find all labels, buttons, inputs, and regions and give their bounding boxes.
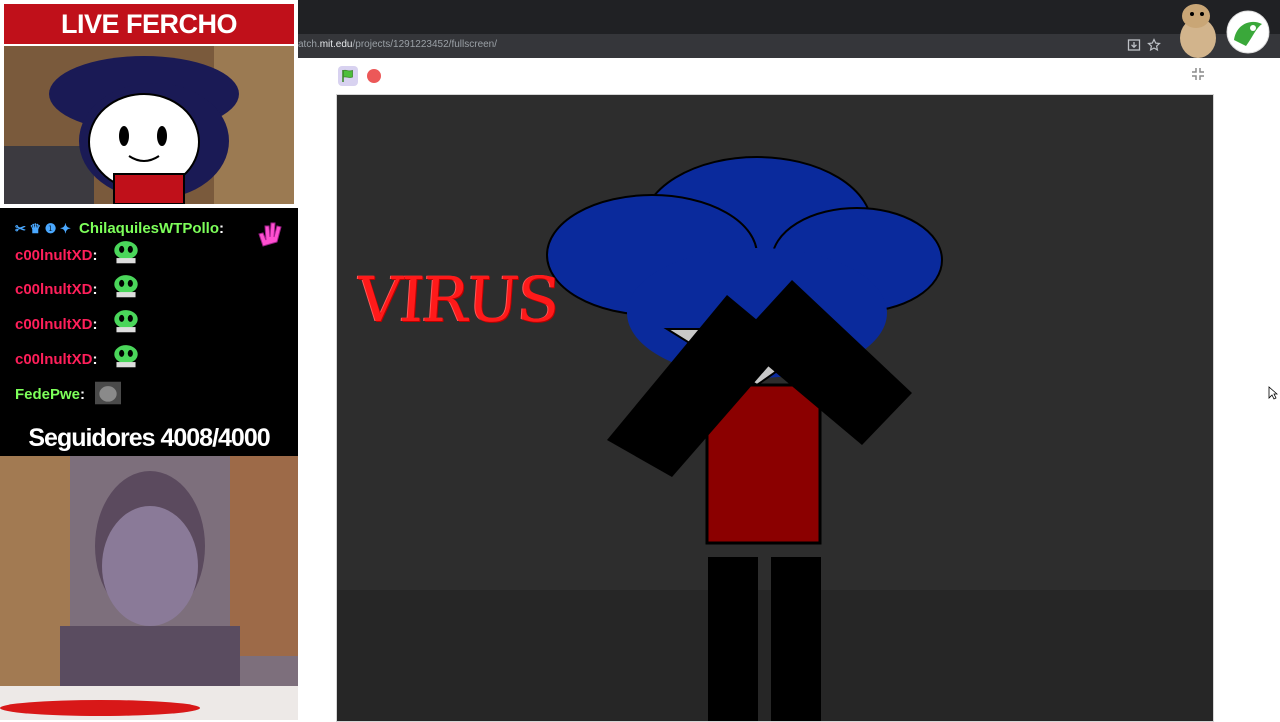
chat-badges: ✂ ♛ ❶ ✦	[15, 221, 71, 236]
browser-avatar-icon[interactable]	[1226, 10, 1270, 54]
chat-username[interactable]: ChilaquilesWTPollo:	[79, 216, 224, 242]
url-text[interactable]: atch.mit.edu/projects/1291223452/fullscr…	[298, 39, 497, 50]
chat-username[interactable]: c00lnultXD	[15, 281, 93, 298]
chat-username-text: ChilaquilesWTPollo	[79, 220, 220, 237]
virus-title: VIRUS	[354, 263, 561, 336]
followers-goal: Seguidores 4008/4000	[0, 420, 298, 456]
chat-panel: ✂ ♛ ❶ ✦ ChilaquilesWTPollo: c00lnultXD: …	[0, 208, 298, 420]
avatar	[4, 46, 294, 204]
chat-colon: :	[92, 247, 98, 264]
chat-colon: :	[92, 316, 98, 333]
emote-icon	[113, 309, 139, 333]
chat-colon: :	[219, 220, 225, 237]
emote-icon	[95, 381, 121, 405]
chat-message: FedePwe:	[15, 381, 155, 408]
scratch-player: VIRUS	[298, 58, 1280, 722]
chat-message: c00lnultXD:	[15, 309, 175, 338]
chat-colon: :	[92, 351, 98, 368]
exit-fullscreen-icon[interactable]	[1189, 67, 1207, 85]
player-controls	[298, 58, 1280, 94]
green-flag-button[interactable]	[338, 66, 358, 86]
stop-icon[interactable]	[367, 69, 381, 83]
emote-icon	[113, 344, 139, 368]
hand-icon	[258, 222, 282, 247]
webcam-feed	[0, 456, 298, 720]
chat-colon: :	[92, 281, 98, 298]
chat-colon: :	[80, 386, 86, 403]
dog-icon	[1180, 4, 1216, 58]
cursor-icon	[1268, 386, 1278, 400]
chat-message: ✂ ♛ ❶ ✦ ChilaquilesWTPollo:	[15, 216, 295, 247]
chat-username[interactable]: c00lnultXD	[15, 351, 93, 368]
chat-message: c00lnultXD:	[15, 344, 175, 373]
emote-icon	[113, 274, 139, 298]
chat-username[interactable]: FedePwe	[15, 386, 80, 403]
chat-username[interactable]: c00lnultXD	[15, 316, 93, 333]
install-icon[interactable]	[1127, 38, 1141, 52]
streamer-avatar-panel: LIVE FERCHO REACTION	[0, 0, 298, 208]
chat-message: c00lnultXD:	[15, 240, 175, 269]
followers-count: Seguidores 4008/4000	[28, 424, 270, 452]
bookmark-star-icon[interactable]	[1147, 38, 1161, 52]
stage-character	[337, 156, 1213, 721]
project-stage[interactable]: VIRUS	[336, 94, 1214, 722]
emote-icon	[113, 240, 139, 264]
chat-message: c00lnultXD:	[15, 274, 175, 303]
green-flag-icon	[342, 69, 353, 82]
chat-username[interactable]: c00lnultXD	[15, 247, 93, 264]
stream-title: LIVE FERCHO REACTION	[4, 4, 294, 79]
